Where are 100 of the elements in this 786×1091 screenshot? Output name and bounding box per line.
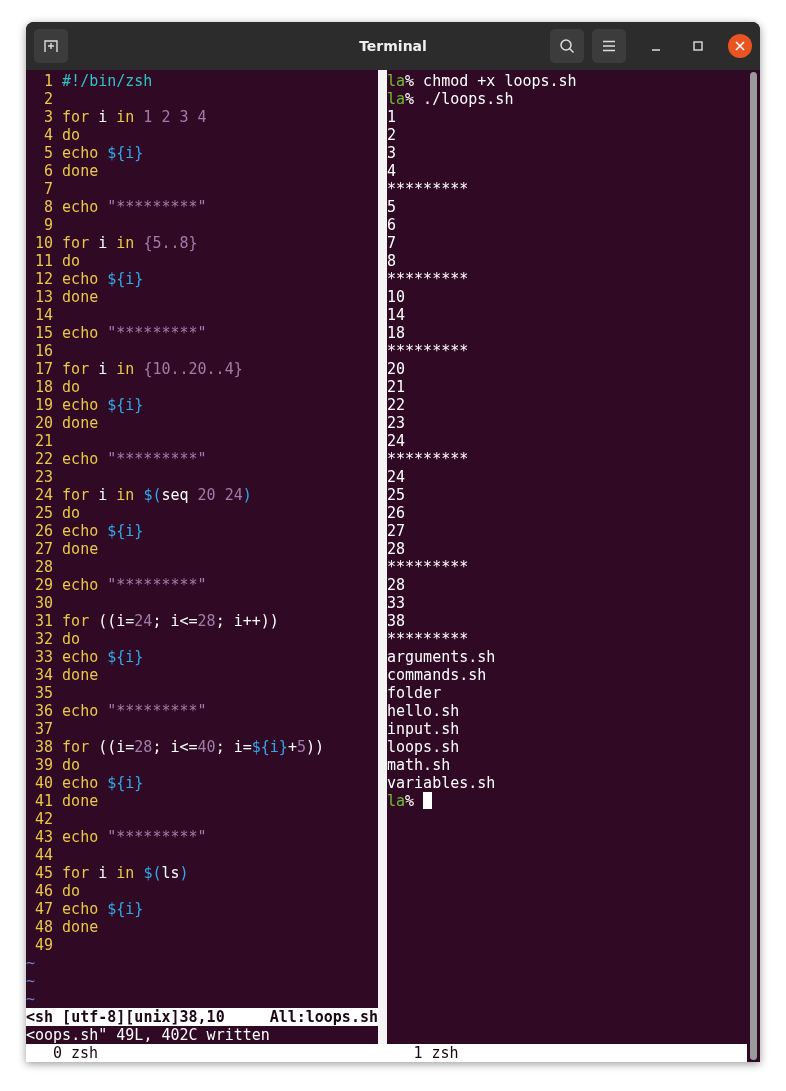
code-text: ; i<= [152,612,198,630]
line-number: 46 [34,882,54,900]
keyword-text: do [62,756,81,774]
search-button[interactable] [550,29,584,63]
line-number: 48 [34,918,54,936]
keyword-text: for [62,738,90,756]
line-number: 16 [34,342,54,360]
maximize-icon [693,41,703,51]
output-text: input.sh [387,720,460,738]
variable-text: ${i} [107,648,144,666]
line-number: 49 [34,936,54,954]
shebang-text: #!/bin/zsh [62,72,153,90]
minimize-icon [651,49,661,51]
new-tab-icon [43,38,59,54]
line-number: 34 [34,666,54,684]
menu-button[interactable] [592,29,626,63]
variable-text: $( [143,864,162,882]
keyword-text: in [116,864,136,882]
output-text: 38 [387,612,406,630]
line-number: 25 [34,504,54,522]
keyword-text: do [62,252,81,270]
line-number: 28 [34,558,54,576]
string-literal: "*********" [107,198,207,216]
keyword-text: echo [62,324,100,342]
keyword-text: for [62,864,90,882]
code-text: ; i++)) [215,612,279,630]
output-text: variables.sh [387,774,496,792]
line-number: 21 [34,432,54,450]
line-number: 9 [43,216,54,234]
tmux-window-tab[interactable]: 1 zsh [386,1044,747,1062]
close-icon [735,41,745,51]
line-number: 23 [34,468,54,486]
keyword-text: done [62,288,99,306]
line-number: 7 [43,180,54,198]
scrollbar-thumb[interactable] [750,72,757,1060]
code-text: ((i= [97,738,135,756]
prompt-user: la [387,90,406,108]
keyword-text: do [62,630,81,648]
line-number: 43 [34,828,54,846]
empty-line-marker: ~ [26,972,36,990]
variable-text: ${i} [107,144,144,162]
line-number: 15 [34,324,54,342]
line-number: 26 [34,522,54,540]
line-number: 35 [34,684,54,702]
output-text: 18 [387,324,406,342]
line-number: 19 [34,396,54,414]
keyword-text: done [62,792,99,810]
line-number: 31 [34,612,54,630]
keyword-text: in [116,234,136,252]
line-number: 1 [43,72,54,90]
keyword-text: do [62,378,81,396]
line-number: 27 [34,540,54,558]
output-text: 10 [387,288,406,306]
close-button[interactable] [728,34,752,58]
output-text: 23 [387,414,406,432]
keyword-text: for [62,234,90,252]
output-text: 28 [387,540,406,558]
output-text: 5 [387,198,397,216]
number-literal: 1 2 3 4 [142,108,207,126]
output-text: 22 [387,396,406,414]
keyword-text: echo [62,270,100,288]
output-text: 27 [387,522,406,540]
output-text: 14 [387,306,406,324]
line-number: 47 [34,900,54,918]
string-literal: "*********" [107,576,207,594]
line-number: 11 [34,252,54,270]
output-text: folder [387,684,442,702]
code-text: i [97,360,109,378]
variable-text: ${i} [107,522,144,540]
output-text: 25 [387,486,406,504]
code-text: + [287,738,297,756]
output-text: arguments.sh [387,648,496,666]
line-number: 8 [43,198,54,216]
new-tab-button[interactable] [34,29,68,63]
line-number: 5 [43,144,54,162]
line-number: 32 [34,630,54,648]
variable-text: ${i} [107,900,144,918]
output-text: ********* [387,270,469,288]
line-number: 12 [34,270,54,288]
variable-text: ${i} [107,270,144,288]
keyword-text: do [62,882,81,900]
window-title: Terminal [359,38,427,54]
tmux-window-tab[interactable]: 0 zsh [26,1044,387,1062]
number-literal: {10..20..4} [143,360,243,378]
output-text: 26 [387,504,406,522]
prompt-symbol: % [405,792,415,810]
number-literal: 28 [134,738,153,756]
keyword-text: do [62,504,81,522]
output-text: commands.sh [387,666,487,684]
code-text: seq [161,486,190,504]
status-file: All:loops.sh [269,1008,378,1026]
output-text: 28 [387,576,406,594]
keyword-text: echo [62,900,100,918]
line-number: 18 [34,378,54,396]
keyword-text: done [62,918,99,936]
line-number: 22 [34,450,54,468]
line-number: 3 [43,108,54,126]
variable-text: ) [242,486,252,504]
line-number: 14 [34,306,54,324]
output-text: 7 [387,234,397,252]
